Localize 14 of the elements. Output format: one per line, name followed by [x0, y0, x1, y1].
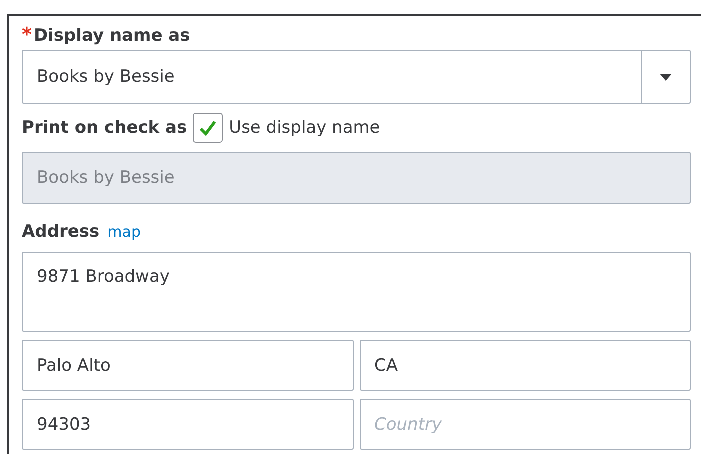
field-label: Print on check as: [22, 118, 188, 138]
map-link[interactable]: map: [108, 223, 141, 241]
checkbox-label: Use display name: [229, 118, 380, 138]
required-mark: *: [22, 24, 32, 46]
address-field[interactable]: Country: [360, 399, 691, 450]
address-field[interactable]: Palo Alto: [22, 340, 354, 391]
address-field[interactable]: 94303: [22, 399, 354, 450]
field-label: Address: [22, 222, 100, 242]
field-label: Display name as: [34, 26, 190, 46]
street-address-field[interactable]: 9871 Broadway: [22, 252, 691, 332]
address-field[interactable]: CA: [360, 340, 691, 391]
caret-icon: [660, 74, 672, 80]
display-name-dropdown[interactable]: Books by Bessie: [22, 50, 691, 104]
check-icon: [198, 119, 218, 137]
